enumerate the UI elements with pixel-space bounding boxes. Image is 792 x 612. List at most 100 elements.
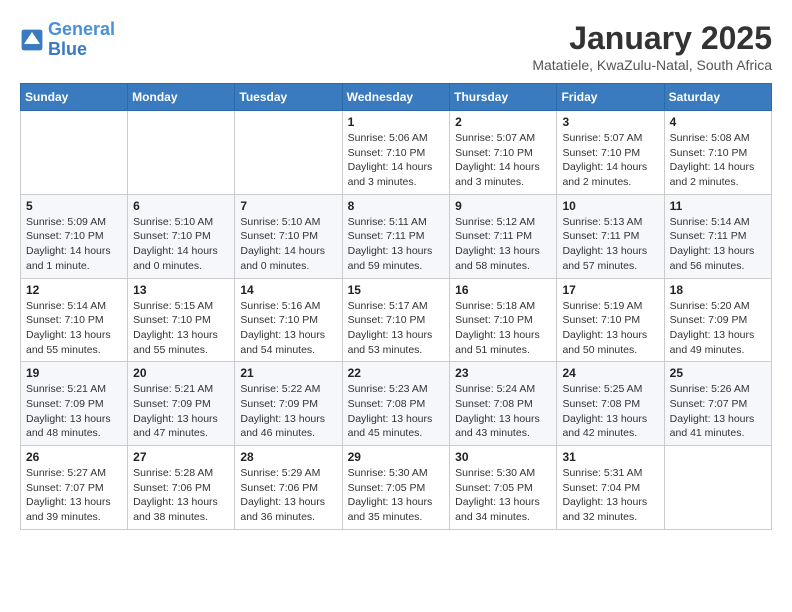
calendar-week-row: 5 Sunrise: 5:09 AMSunset: 7:10 PMDaylight…	[21, 194, 772, 278]
day-number: 21	[240, 366, 336, 380]
day-number: 2	[455, 115, 551, 129]
calendar-week-row: 19Sunrise: 5:21 AMSunset: 7:09 PMDayligh…	[21, 362, 772, 446]
calendar-day: 22 Sunrise: 5:23 AMSunset: 7:08 PMDayligh…	[342, 362, 450, 446]
day-number: 7	[240, 199, 336, 213]
day-info: Sunrise: 5:11 AMSunset: 7:11 PMDaylight:…	[348, 215, 445, 274]
day-number: 9	[455, 199, 551, 213]
day-number: 24	[562, 366, 658, 380]
day-info: Sunrise: 5:20 AMSunset: 7:09 PMDaylight:…	[670, 299, 766, 358]
weekday-header: Monday	[128, 84, 235, 111]
logo-text: General Blue	[48, 20, 115, 60]
day-info: Sunrise: 5:14 AMSunset: 7:10 PMDaylight:…	[26, 299, 122, 358]
weekday-header: Friday	[557, 84, 664, 111]
day-number: 26	[26, 450, 122, 464]
day-number: 14	[240, 283, 336, 297]
calendar-day: 3 Sunrise: 5:07 AMSunset: 7:10 PMDaylight…	[557, 111, 664, 195]
day-info: Sunrise: 5:12 AMSunset: 7:11 PMDaylight:…	[455, 215, 551, 274]
calendar-day: 30 Sunrise: 5:30 AMSunset: 7:05 PMDayligh…	[450, 446, 557, 530]
day-number: 17	[562, 283, 658, 297]
day-number: 8	[348, 199, 445, 213]
day-number: 6	[133, 199, 229, 213]
day-info: Sunrise: 5:30 AMSunset: 7:05 PMDaylight:…	[455, 466, 551, 525]
day-number: 12	[26, 283, 122, 297]
day-info: Sunrise: 5:29 AMSunset: 7:06 PMDaylight:…	[240, 466, 336, 525]
calendar-day: 14 Sunrise: 5:16 AMSunset: 7:10 PMDayligh…	[235, 278, 342, 362]
calendar-day: 1 Sunrise: 5:06 AMSunset: 7:10 PMDaylight…	[342, 111, 450, 195]
day-info: Sunrise: 5:26 AMSunset: 7:07 PMDaylight:…	[670, 382, 766, 441]
day-info: Sunrise: 5:10 AMSunset: 7:10 PMDaylight:…	[240, 215, 336, 274]
month-title: January 2025	[532, 20, 772, 57]
calendar-day: 21Sunrise: 5:22 AMSunset: 7:09 PMDayligh…	[235, 362, 342, 446]
day-number: 23	[455, 366, 551, 380]
day-info: Sunrise: 5:06 AMSunset: 7:10 PMDaylight:…	[348, 131, 445, 190]
day-info: Sunrise: 5:16 AMSunset: 7:10 PMDaylight:…	[240, 299, 336, 358]
day-info: Sunrise: 5:25 AMSunset: 7:08 PMDaylight:…	[562, 382, 658, 441]
day-info: Sunrise: 5:13 AMSunset: 7:11 PMDaylight:…	[562, 215, 658, 274]
calendar-day: 26 Sunrise: 5:27 AMSunset: 7:07 PMDayligh…	[21, 446, 128, 530]
calendar-header-row: SundayMondayTuesdayWednesdayThursdayFrid…	[21, 84, 772, 111]
day-info: Sunrise: 5:07 AMSunset: 7:10 PMDaylight:…	[455, 131, 551, 190]
calendar-table: SundayMondayTuesdayWednesdayThursdayFrid…	[20, 83, 772, 530]
calendar-day: 8 Sunrise: 5:11 AMSunset: 7:11 PMDaylight…	[342, 194, 450, 278]
calendar-empty	[128, 111, 235, 195]
day-info: Sunrise: 5:17 AMSunset: 7:10 PMDaylight:…	[348, 299, 445, 358]
calendar-week-row: 26 Sunrise: 5:27 AMSunset: 7:07 PMDayligh…	[21, 446, 772, 530]
calendar-day: 17 Sunrise: 5:19 AMSunset: 7:10 PMDayligh…	[557, 278, 664, 362]
calendar-day: 29 Sunrise: 5:30 AMSunset: 7:05 PMDayligh…	[342, 446, 450, 530]
calendar-day: 10 Sunrise: 5:13 AMSunset: 7:11 PMDayligh…	[557, 194, 664, 278]
day-info: Sunrise: 5:30 AMSunset: 7:05 PMDaylight:…	[348, 466, 445, 525]
calendar-day: 2 Sunrise: 5:07 AMSunset: 7:10 PMDaylight…	[450, 111, 557, 195]
day-info: Sunrise: 5:19 AMSunset: 7:10 PMDaylight:…	[562, 299, 658, 358]
calendar-day: 27 Sunrise: 5:28 AMSunset: 7:06 PMDayligh…	[128, 446, 235, 530]
calendar-day: 25 Sunrise: 5:26 AMSunset: 7:07 PMDayligh…	[664, 362, 771, 446]
day-info: Sunrise: 5:15 AMSunset: 7:10 PMDaylight:…	[133, 299, 229, 358]
day-number: 3	[562, 115, 658, 129]
day-info: Sunrise: 5:09 AMSunset: 7:10 PMDaylight:…	[26, 215, 122, 274]
day-number: 18	[670, 283, 766, 297]
calendar-day: 13Sunrise: 5:15 AMSunset: 7:10 PMDayligh…	[128, 278, 235, 362]
day-number: 29	[348, 450, 445, 464]
logo-icon	[20, 28, 44, 52]
day-info: Sunrise: 5:08 AMSunset: 7:10 PMDaylight:…	[670, 131, 766, 190]
location: Matatiele, KwaZulu-Natal, South Africa	[532, 57, 772, 73]
calendar-day: 5 Sunrise: 5:09 AMSunset: 7:10 PMDaylight…	[21, 194, 128, 278]
day-number: 1	[348, 115, 445, 129]
day-info: Sunrise: 5:10 AMSunset: 7:10 PMDaylight:…	[133, 215, 229, 274]
day-info: Sunrise: 5:31 AMSunset: 7:04 PMDaylight:…	[562, 466, 658, 525]
day-info: Sunrise: 5:21 AMSunset: 7:09 PMDaylight:…	[26, 382, 122, 441]
calendar-day: 19Sunrise: 5:21 AMSunset: 7:09 PMDayligh…	[21, 362, 128, 446]
calendar-day: 28Sunrise: 5:29 AMSunset: 7:06 PMDayligh…	[235, 446, 342, 530]
day-number: 25	[670, 366, 766, 380]
day-number: 27	[133, 450, 229, 464]
day-info: Sunrise: 5:27 AMSunset: 7:07 PMDaylight:…	[26, 466, 122, 525]
day-number: 10	[562, 199, 658, 213]
weekday-header: Wednesday	[342, 84, 450, 111]
weekday-header: Tuesday	[235, 84, 342, 111]
calendar-day: 15 Sunrise: 5:17 AMSunset: 7:10 PMDayligh…	[342, 278, 450, 362]
logo: General Blue	[20, 20, 115, 60]
day-number: 22	[348, 366, 445, 380]
calendar-day: 18 Sunrise: 5:20 AMSunset: 7:09 PMDayligh…	[664, 278, 771, 362]
day-number: 11	[670, 199, 766, 213]
day-info: Sunrise: 5:21 AMSunset: 7:09 PMDaylight:…	[133, 382, 229, 441]
day-info: Sunrise: 5:07 AMSunset: 7:10 PMDaylight:…	[562, 131, 658, 190]
calendar-day: 31 Sunrise: 5:31 AMSunset: 7:04 PMDayligh…	[557, 446, 664, 530]
day-number: 4	[670, 115, 766, 129]
day-info: Sunrise: 5:28 AMSunset: 7:06 PMDaylight:…	[133, 466, 229, 525]
day-number: 31	[562, 450, 658, 464]
calendar-day: 24 Sunrise: 5:25 AMSunset: 7:08 PMDayligh…	[557, 362, 664, 446]
day-info: Sunrise: 5:14 AMSunset: 7:11 PMDaylight:…	[670, 215, 766, 274]
day-number: 5	[26, 199, 122, 213]
day-info: Sunrise: 5:23 AMSunset: 7:08 PMDaylight:…	[348, 382, 445, 441]
calendar-day: 23Sunrise: 5:24 AMSunset: 7:08 PMDayligh…	[450, 362, 557, 446]
calendar-day: 9 Sunrise: 5:12 AMSunset: 7:11 PMDaylight…	[450, 194, 557, 278]
calendar-week-row: 12 Sunrise: 5:14 AMSunset: 7:10 PMDayligh…	[21, 278, 772, 362]
day-number: 20	[133, 366, 229, 380]
calendar-day: 12 Sunrise: 5:14 AMSunset: 7:10 PMDayligh…	[21, 278, 128, 362]
weekday-header: Saturday	[664, 84, 771, 111]
day-number: 15	[348, 283, 445, 297]
calendar-day: 4 Sunrise: 5:08 AMSunset: 7:10 PMDaylight…	[664, 111, 771, 195]
weekday-header: Sunday	[21, 84, 128, 111]
calendar-empty	[664, 446, 771, 530]
day-number: 30	[455, 450, 551, 464]
